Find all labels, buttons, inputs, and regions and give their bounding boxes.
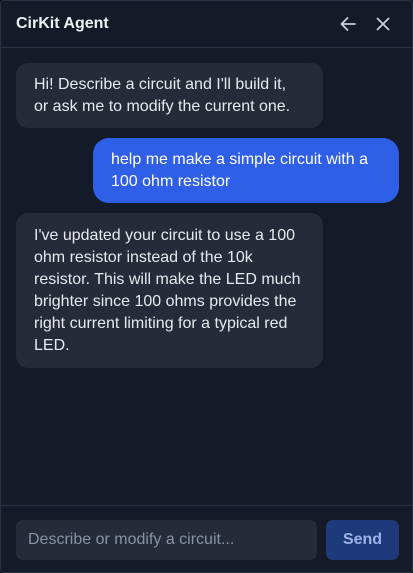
message-list[interactable]: Hi! Describe a circuit and I'll build it… (1, 49, 412, 505)
message-line: LED. (34, 336, 70, 354)
composer: Send (1, 505, 412, 572)
message-line: resistor. This will make the LED much (34, 270, 301, 288)
message-line: help me make a simple circuit with a (111, 150, 368, 168)
close-button[interactable] (372, 13, 394, 35)
agent-message: Hi! Describe a circuit and I'll build it… (16, 63, 323, 128)
message-line: or ask me to modify the current one. (34, 97, 291, 115)
agent-panel: CirKit Agent Hi! Describe a circuit and … (0, 0, 413, 573)
close-icon (376, 17, 390, 31)
message-line: 100 ohm resistor (111, 172, 231, 190)
message-line: Hi! Describe a circuit and I'll build it… (34, 75, 287, 93)
arrow-left-icon (340, 17, 356, 31)
send-button[interactable]: Send (326, 520, 399, 560)
back-button[interactable] (337, 13, 359, 35)
user-message: help me make a simple circuit with a 100… (93, 138, 399, 203)
circuit-prompt-input[interactable] (16, 520, 317, 560)
panel-header: CirKit Agent (1, 1, 412, 48)
message-line: right current limiting for a typical red (34, 314, 288, 332)
agent-message: I've updated your circuit to use a 100 o… (16, 213, 323, 368)
message-line: I've updated your circuit to use a 100 (34, 226, 295, 244)
panel-title: CirKit Agent (16, 15, 109, 32)
message-line: brighter since 100 ohms provides the (34, 292, 297, 310)
message-line: ohm resistor instead of the 10k (34, 248, 253, 266)
